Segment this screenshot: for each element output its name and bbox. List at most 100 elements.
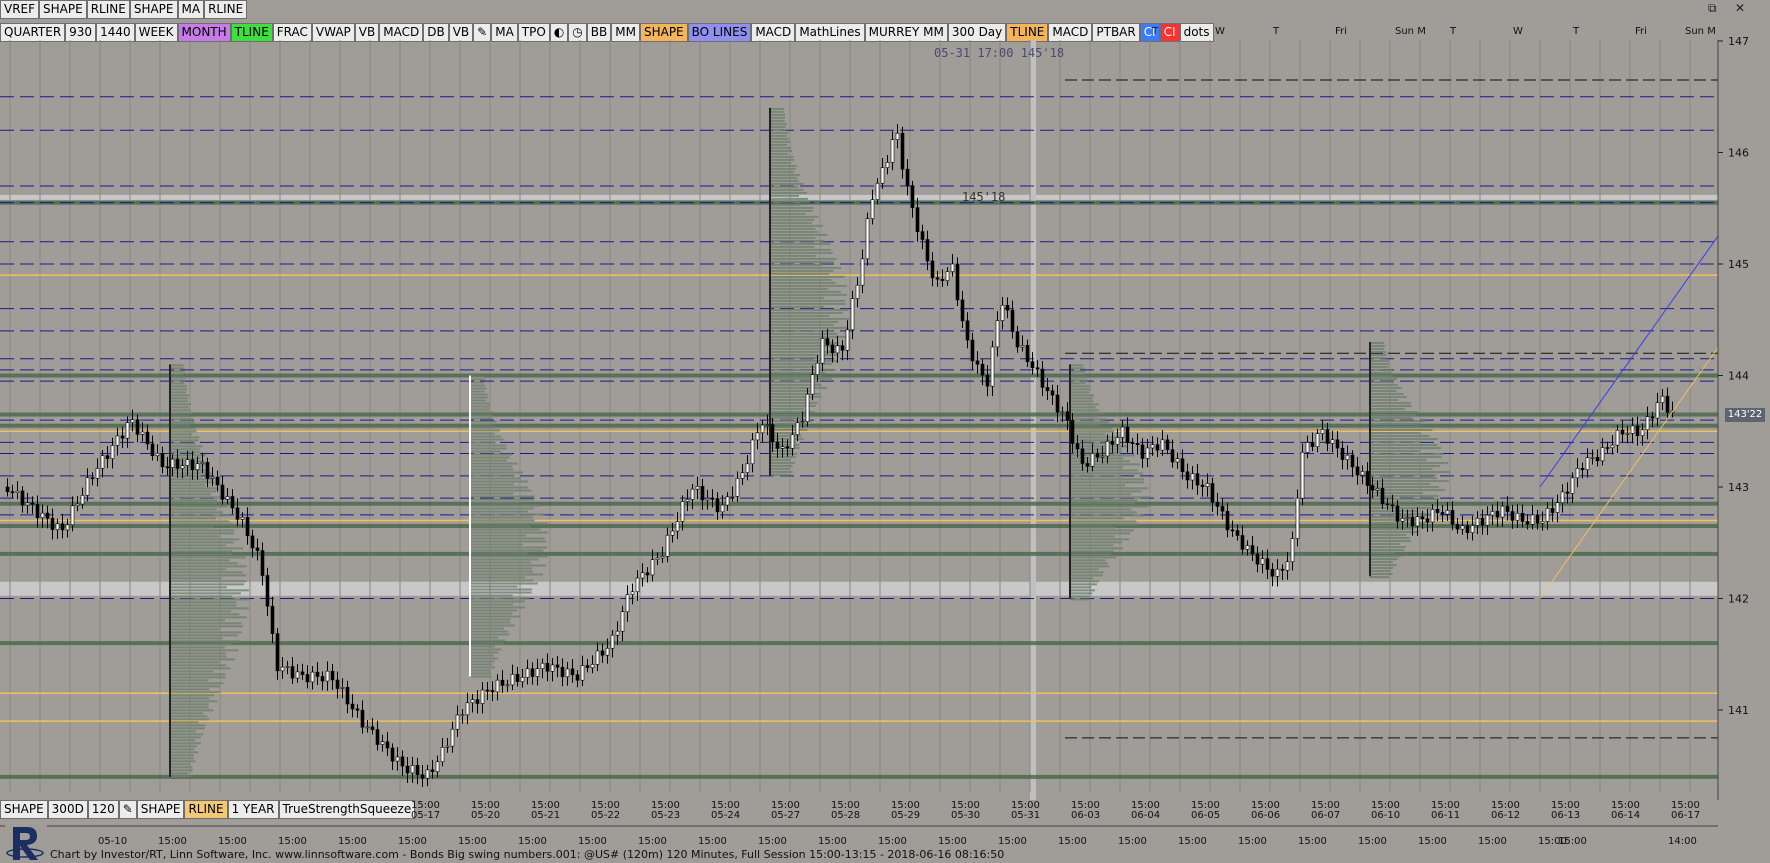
volume-profile-bar [1370,390,1397,393]
candle-down [355,708,360,711]
candle-down [1265,558,1270,570]
candle-down [1410,517,1415,527]
volume-profile-bar [170,721,199,724]
volume-profile-bar [170,523,233,526]
volume-profile-bar [770,350,840,353]
volume-profile-bar [1070,505,1149,508]
day-of-week-label: W [1215,26,1225,37]
volume-profile-bar [1370,480,1449,483]
volume-profile-bar [770,302,846,305]
time-axis-label: 15:00 [1118,836,1147,847]
volume-profile-bar [170,385,188,388]
volume-profile-bar [1370,564,1397,567]
candle-down [350,703,355,710]
candle-down [1055,394,1060,413]
candle-up [805,393,810,422]
volume-profile-bar [770,416,804,419]
volume-profile-bar [770,308,849,311]
volume-profile-bar [470,654,494,657]
linn-logo [5,823,47,863]
volume-profile-bar [170,484,206,487]
price-chart[interactable]: 147 146 145 144 143 142 141 T W T Fri Sun M T W T Fri Su… [0,0,1770,863]
volume-profile-bar [170,577,222,580]
candle-down [1505,505,1510,512]
candle-down [385,741,390,749]
volume-profile-bar [770,314,830,317]
candle-up [1575,468,1580,479]
volume-profile-bar [470,495,535,498]
volume-profile-bar [470,588,533,591]
volume-profile-bar [170,427,196,430]
volume-profile-bar [1370,456,1442,459]
volume-profile-bar [1370,465,1441,468]
volume-profile-bar [770,419,812,422]
volume-profile-bar [170,373,184,376]
volume-profile-bar [470,432,495,435]
volume-profile-bar [770,248,831,251]
volume-profile-bar [470,507,535,510]
candle-down [1065,411,1070,421]
candle-down [220,484,225,500]
candle-up [1160,439,1165,451]
volume-profile-bar [470,465,513,468]
candle-up [25,502,30,506]
candle-down [965,320,970,341]
volume-profile-bar [470,435,502,438]
volume-profile-bar [770,218,815,221]
volume-profile-bar [470,561,532,564]
volume-profile-bar [1070,364,1084,367]
volume-profile-bar [170,673,226,676]
volume-profile-bar [1070,592,1093,595]
candle-down [1130,442,1135,444]
volume-profile-bar [470,447,508,450]
volume-profile-bar [170,559,230,562]
candle-up [1295,497,1300,539]
candle-down [980,363,985,376]
candle-up [15,490,20,493]
candle-down [1270,569,1275,577]
volume-profile-bar [1070,508,1132,511]
volume-profile-bar [170,526,215,529]
candle-up [1150,444,1155,449]
candle-down [150,443,155,457]
volume-profile-bar [1070,559,1106,562]
volume-profile-bar [470,624,515,627]
candle-up [610,634,615,649]
volume-profile-bar [770,116,786,119]
volume-profile-bar [470,381,484,384]
volume-profile-bar [470,375,484,378]
volume-profile-bar [770,239,825,242]
volume-profile-bar [770,446,800,449]
volume-profile-bar [170,730,196,733]
candle-down [345,687,350,705]
candle-down [1465,525,1470,533]
candle-up [735,478,740,497]
volume-profile-bar [1070,391,1090,394]
volume-profile-bar [770,245,815,248]
time-axis-label: 15:00 [1058,836,1087,847]
candle-down [1135,442,1140,446]
candle-down [175,458,180,469]
volume-profile-bar [1370,384,1398,387]
volume-profile-bar [1370,363,1390,366]
volume-profile-bar [470,486,528,489]
candle-up [340,687,345,689]
volume-profile-bar [1370,531,1419,534]
volume-profile-bar [770,176,798,179]
volume-profile-bar [170,541,234,544]
volume-profile-bar [1070,556,1117,559]
candle-up [75,503,80,507]
volume-profile-bar [470,504,541,507]
volume-profile-bar [770,206,814,209]
time-axis-label: 14:00 [1668,836,1697,847]
volume-profile-bar [770,158,794,161]
volume-profile-bar [170,682,224,685]
volume-profile-bar [1070,376,1088,379]
candle-up [1330,439,1335,444]
volume-profile-bar [1370,444,1438,447]
volume-profile-bar [770,227,816,230]
volume-profile-bar [1070,373,1085,376]
candle-down [775,441,780,449]
volume-profile-bar [1370,372,1392,375]
volume-profile-bar [770,365,821,368]
